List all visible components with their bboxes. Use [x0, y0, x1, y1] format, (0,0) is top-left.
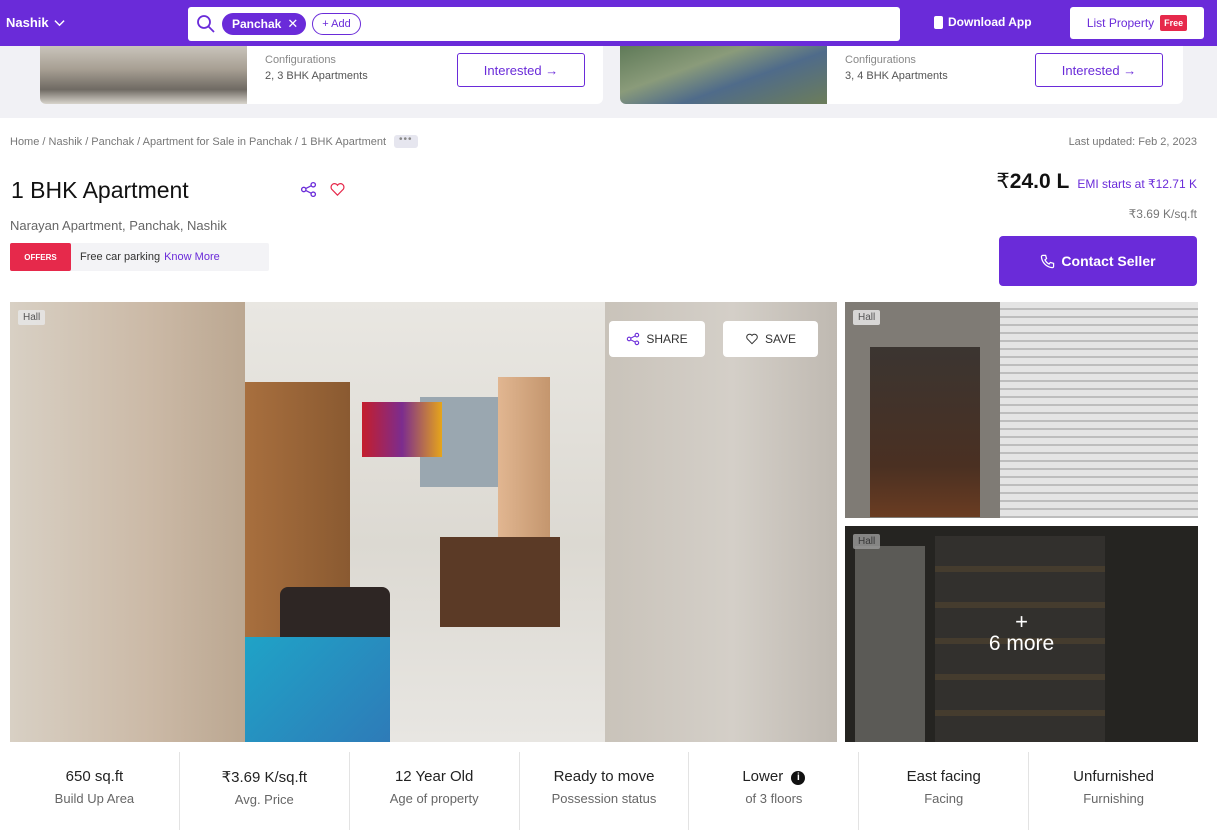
- title-actions: [300, 181, 346, 198]
- locality-chip[interactable]: Panchak ✕: [222, 13, 307, 35]
- more-plus: +: [1015, 609, 1028, 634]
- know-more-link[interactable]: Know More: [164, 251, 220, 263]
- stat-possession: Ready to move Possession status: [520, 752, 690, 830]
- city-label: Nashik: [6, 15, 49, 30]
- photo-shutter: [1000, 302, 1198, 518]
- stat-build-up-area: 650 sq.ft Build Up Area: [10, 752, 180, 830]
- property-stats: 650 sq.ft Build Up Area ₹3.69 K/sq.ft Av…: [10, 752, 1198, 830]
- project-image: [40, 46, 247, 104]
- stat-value: Ready to move: [553, 768, 655, 785]
- stat-label: Age of property: [389, 791, 479, 806]
- stat-value-text: Lower: [742, 768, 784, 785]
- photo-label: Hall: [18, 310, 46, 325]
- info-icon[interactable]: i: [791, 771, 806, 785]
- stat-value: East facing: [906, 768, 981, 785]
- config-value: 3, 4 BHK Apartments: [845, 70, 948, 82]
- breadcrumb[interactable]: Home / Nashik / Panchak / Apartment for …: [10, 135, 418, 148]
- offers-tag: OFFERS: [10, 243, 71, 271]
- offers-banner: OFFERS Free car parking Know More: [10, 243, 269, 271]
- config-label: Configurations: [845, 54, 916, 66]
- search-bar[interactable]: Panchak ✕ + Add: [188, 7, 900, 41]
- price-amount: 24.0 L: [1009, 170, 1070, 193]
- config-value: 2, 3 BHK Apartments: [265, 70, 368, 82]
- locality-chip-label: Panchak: [232, 17, 282, 31]
- phone-icon: [1041, 254, 1055, 268]
- stat-label: Furnishing: [1083, 791, 1144, 806]
- stat-floor: Lower i of 3 floors: [689, 752, 860, 830]
- stat-label: Possession status: [551, 791, 657, 806]
- stat-age: 12 Year Old Age of property: [350, 752, 520, 830]
- project-card[interactable]: Configurations 2, 3 BHK Apartments Inter…: [40, 46, 603, 104]
- stat-value: Lower i: [689, 768, 858, 785]
- last-updated: Last updated: Feb 2, 2023: [1068, 136, 1197, 148]
- price-value: ₹24.0 L: [996, 169, 1069, 194]
- stat-value: 650 sq.ft: [65, 768, 124, 785]
- heart-icon: [746, 333, 758, 345]
- photo-blur-right: [605, 302, 837, 742]
- stat-label: Build Up Area: [54, 791, 135, 806]
- share-icon: [627, 332, 640, 346]
- stat-label: of 3 floors: [745, 791, 803, 806]
- photo-table: [440, 537, 560, 627]
- list-property-button[interactable]: List Property Free: [1070, 7, 1204, 39]
- interested-button[interactable]: Interested →: [1035, 53, 1163, 87]
- stat-value: 12 Year Old: [394, 768, 474, 785]
- save-button[interactable]: SAVE: [723, 321, 818, 357]
- stat-value: ₹3.69 K/sq.ft: [221, 769, 307, 786]
- mobile-icon: [934, 15, 943, 29]
- similar-projects-strip: Configurations 2, 3 BHK Apartments Inter…: [0, 46, 1217, 118]
- contact-seller-label: Contact Seller: [1061, 253, 1156, 269]
- stat-value: Unfurnished: [1073, 768, 1155, 785]
- more-photos-button[interactable]: + 6 more: [845, 526, 1198, 742]
- property-address: Narayan Apartment, Panchak, Nashik: [10, 218, 227, 233]
- breadcrumb-more-button[interactable]: •••: [394, 135, 418, 148]
- top-navbar: Nashik Panchak ✕ + Add Download App List…: [0, 0, 1217, 46]
- city-selector[interactable]: Nashik: [6, 15, 65, 30]
- price-per-sqft: ₹3.69 K/sq.ft: [1128, 207, 1197, 221]
- add-locality-button[interactable]: + Add: [312, 13, 361, 35]
- interested-button[interactable]: Interested →: [457, 53, 585, 87]
- offer-text: Free car parking: [80, 251, 161, 263]
- contact-seller-button[interactable]: Contact Seller: [999, 236, 1197, 286]
- chevron-down-icon: [54, 20, 65, 27]
- breadcrumb-text[interactable]: Home / Nashik / Panchak / Apartment for …: [10, 136, 386, 148]
- currency-symbol: ₹: [996, 170, 1010, 193]
- project-image: [620, 46, 827, 104]
- stat-facing: East facing Facing: [859, 752, 1030, 830]
- save-label: SAVE: [764, 332, 797, 346]
- heart-icon[interactable]: [329, 181, 346, 198]
- close-icon[interactable]: ✕: [287, 16, 298, 32]
- more-photos-count: 6 more: [988, 632, 1055, 655]
- search-icon: [197, 15, 215, 33]
- share-icon[interactable]: [300, 181, 317, 198]
- main-photo[interactable]: Hall SHARE SAVE: [10, 302, 837, 742]
- side-photo[interactable]: Hall: [845, 302, 1198, 518]
- photo-bed: [245, 637, 390, 742]
- project-card[interactable]: Configurations 3, 4 BHK Apartments Inter…: [620, 46, 1183, 104]
- download-app-link[interactable]: Download App: [934, 15, 1032, 29]
- photo-clothes: [362, 402, 442, 457]
- free-badge: Free: [1160, 15, 1188, 31]
- list-property-label: List Property: [1086, 16, 1155, 30]
- share-button[interactable]: SHARE: [609, 321, 705, 357]
- photo-blur-left: [10, 302, 245, 742]
- config-label: Configurations: [265, 54, 336, 66]
- share-label: SHARE: [646, 332, 688, 346]
- side-photo[interactable]: Hall + 6 more: [845, 526, 1198, 742]
- page-title: 1 BHK Apartment: [11, 177, 189, 203]
- stat-label: Facing: [924, 791, 964, 806]
- emi-link[interactable]: EMI starts at ₹12.71 K: [1077, 177, 1197, 191]
- photo-doorway: [870, 347, 980, 517]
- price-block: ₹24.0 L EMI starts at ₹12.71 K: [996, 169, 1197, 194]
- stat-furnishing: Unfurnished Furnishing: [1029, 752, 1198, 830]
- photo-label: Hall: [853, 310, 881, 325]
- stat-avg-price: ₹3.69 K/sq.ft Avg. Price: [180, 752, 350, 830]
- download-app-label: Download App: [948, 15, 1032, 29]
- stat-label: Avg. Price: [234, 792, 294, 807]
